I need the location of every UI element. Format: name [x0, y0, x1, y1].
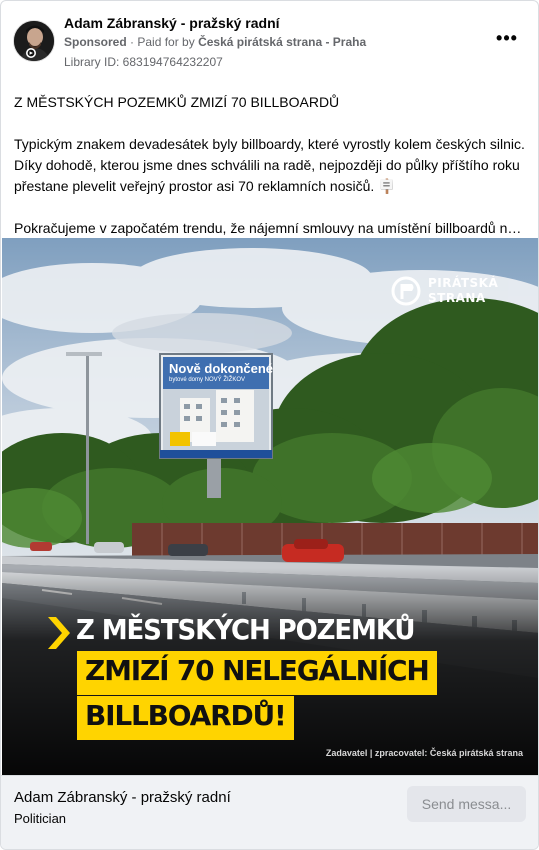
send-message-button[interactable]: Send messa... — [407, 786, 526, 822]
billboard-title: Nově dokončené — [169, 361, 274, 376]
paid-for-label: · Paid for by — [130, 35, 195, 49]
post-header: Adam Zábranský - pražský radní Sponsored… — [1, 1, 538, 81]
footer-category: Politician — [14, 811, 67, 826]
sponsor-line: Sponsored · Paid for by Česká pirátská s… — [64, 35, 366, 49]
footer-page-name[interactable]: Adam Zábranský - pražský radní — [14, 789, 231, 806]
more-options-button[interactable]: ••• — [493, 29, 521, 51]
billboard-subtitle: bytové domy NOVÝ ŽIŽKOV — [169, 377, 246, 383]
avatar-portrait — [14, 21, 54, 61]
overlay-line-1: Z MĚSTSKÝCH POZEMKŮ — [76, 613, 416, 646]
page-name[interactable]: Adam Zábranský - pražský radní — [64, 15, 280, 31]
library-id: Library ID: 683194764232207 — [64, 55, 223, 69]
post-headline: Z MĚSTSKÝCH POZEMKŮ ZMIZÍ 70 BILLBOARDŮ — [14, 94, 340, 110]
logo-line-1: PIRÁTSKÁ — [428, 276, 499, 290]
payer-name: Česká pirátská strana - Praha — [198, 35, 367, 49]
pirate-flag-icon — [391, 276, 421, 306]
post-text: Z MĚSTSKÝCH POZEMKŮ ZMIZÍ 70 BILLBOARDŮ … — [14, 92, 529, 239]
chevron-right-icon — [48, 617, 70, 649]
pirate-logo: PIRÁTSKÁ STRANA — [391, 274, 531, 308]
ad-card: Adam Zábranský - pražský radní Sponsored… — [0, 0, 539, 850]
overlay-line-2: ZMIZÍ 70 NELEGÁLNÍCH — [77, 651, 437, 695]
post-paragraph-2[interactable]: Pokračujeme v započatém trendu, že nájem… — [14, 218, 529, 239]
ad-image[interactable]: PIRÁTSKÁ STRANA Nově dokončené bytové do… — [2, 238, 538, 775]
logo-line-2: STRANA — [428, 291, 486, 305]
page-avatar[interactable] — [13, 20, 55, 62]
sponsored-label: Sponsored — [64, 35, 127, 49]
overlay-line-3: BILLBOARDŮ! — [77, 696, 294, 740]
post-paragraph-1: Typickým znakem devadesátek byly billboa… — [14, 136, 525, 194]
image-credit: Zadavatel | zpracovatel: Česká pirátská … — [325, 748, 523, 758]
ad-footer: Adam Zábranský - pražský radní Politicia… — [1, 775, 538, 849]
